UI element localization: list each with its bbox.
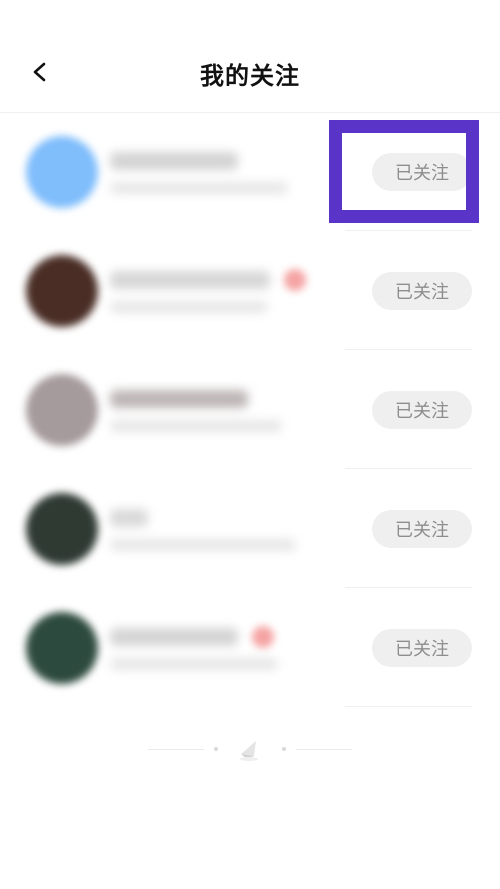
username-blurred <box>110 152 238 170</box>
list-item[interactable]: 已关注 <box>0 112 500 231</box>
following-list: 已关注 已关注 已关注 已关注 已关注 <box>0 112 500 707</box>
badge-icon <box>252 626 274 648</box>
following-button[interactable]: 已关注 <box>372 629 472 667</box>
top-bar: 我的关注 <box>0 0 500 113</box>
list-item[interactable]: 已关注 <box>0 231 500 350</box>
badge-icon <box>284 269 306 291</box>
end-of-list-icon <box>240 741 258 761</box>
user-info-blurred <box>110 182 288 194</box>
following-button[interactable]: 已关注 <box>372 153 472 191</box>
avatar[interactable] <box>26 493 98 565</box>
avatar[interactable] <box>26 612 98 684</box>
list-item[interactable]: 已关注 <box>0 469 500 588</box>
following-button[interactable]: 已关注 <box>372 391 472 429</box>
username-blurred <box>110 390 248 408</box>
user-info-blurred <box>110 658 278 670</box>
avatar[interactable] <box>26 136 98 208</box>
user-info-blurred <box>110 539 296 551</box>
user-info-blurred <box>110 301 268 313</box>
username-blurred <box>110 271 270 289</box>
list-item[interactable]: 已关注 <box>0 588 500 707</box>
username-blurred <box>110 509 148 527</box>
following-button[interactable]: 已关注 <box>372 272 472 310</box>
list-item[interactable]: 已关注 <box>0 350 500 469</box>
page-title: 我的关注 <box>200 62 300 90</box>
username-blurred <box>110 628 238 646</box>
avatar[interactable] <box>26 255 98 327</box>
user-info-blurred <box>110 420 282 432</box>
end-of-list-indicator <box>148 735 352 765</box>
following-button[interactable]: 已关注 <box>372 510 472 548</box>
row-divider <box>345 706 472 707</box>
avatar[interactable] <box>26 374 98 446</box>
